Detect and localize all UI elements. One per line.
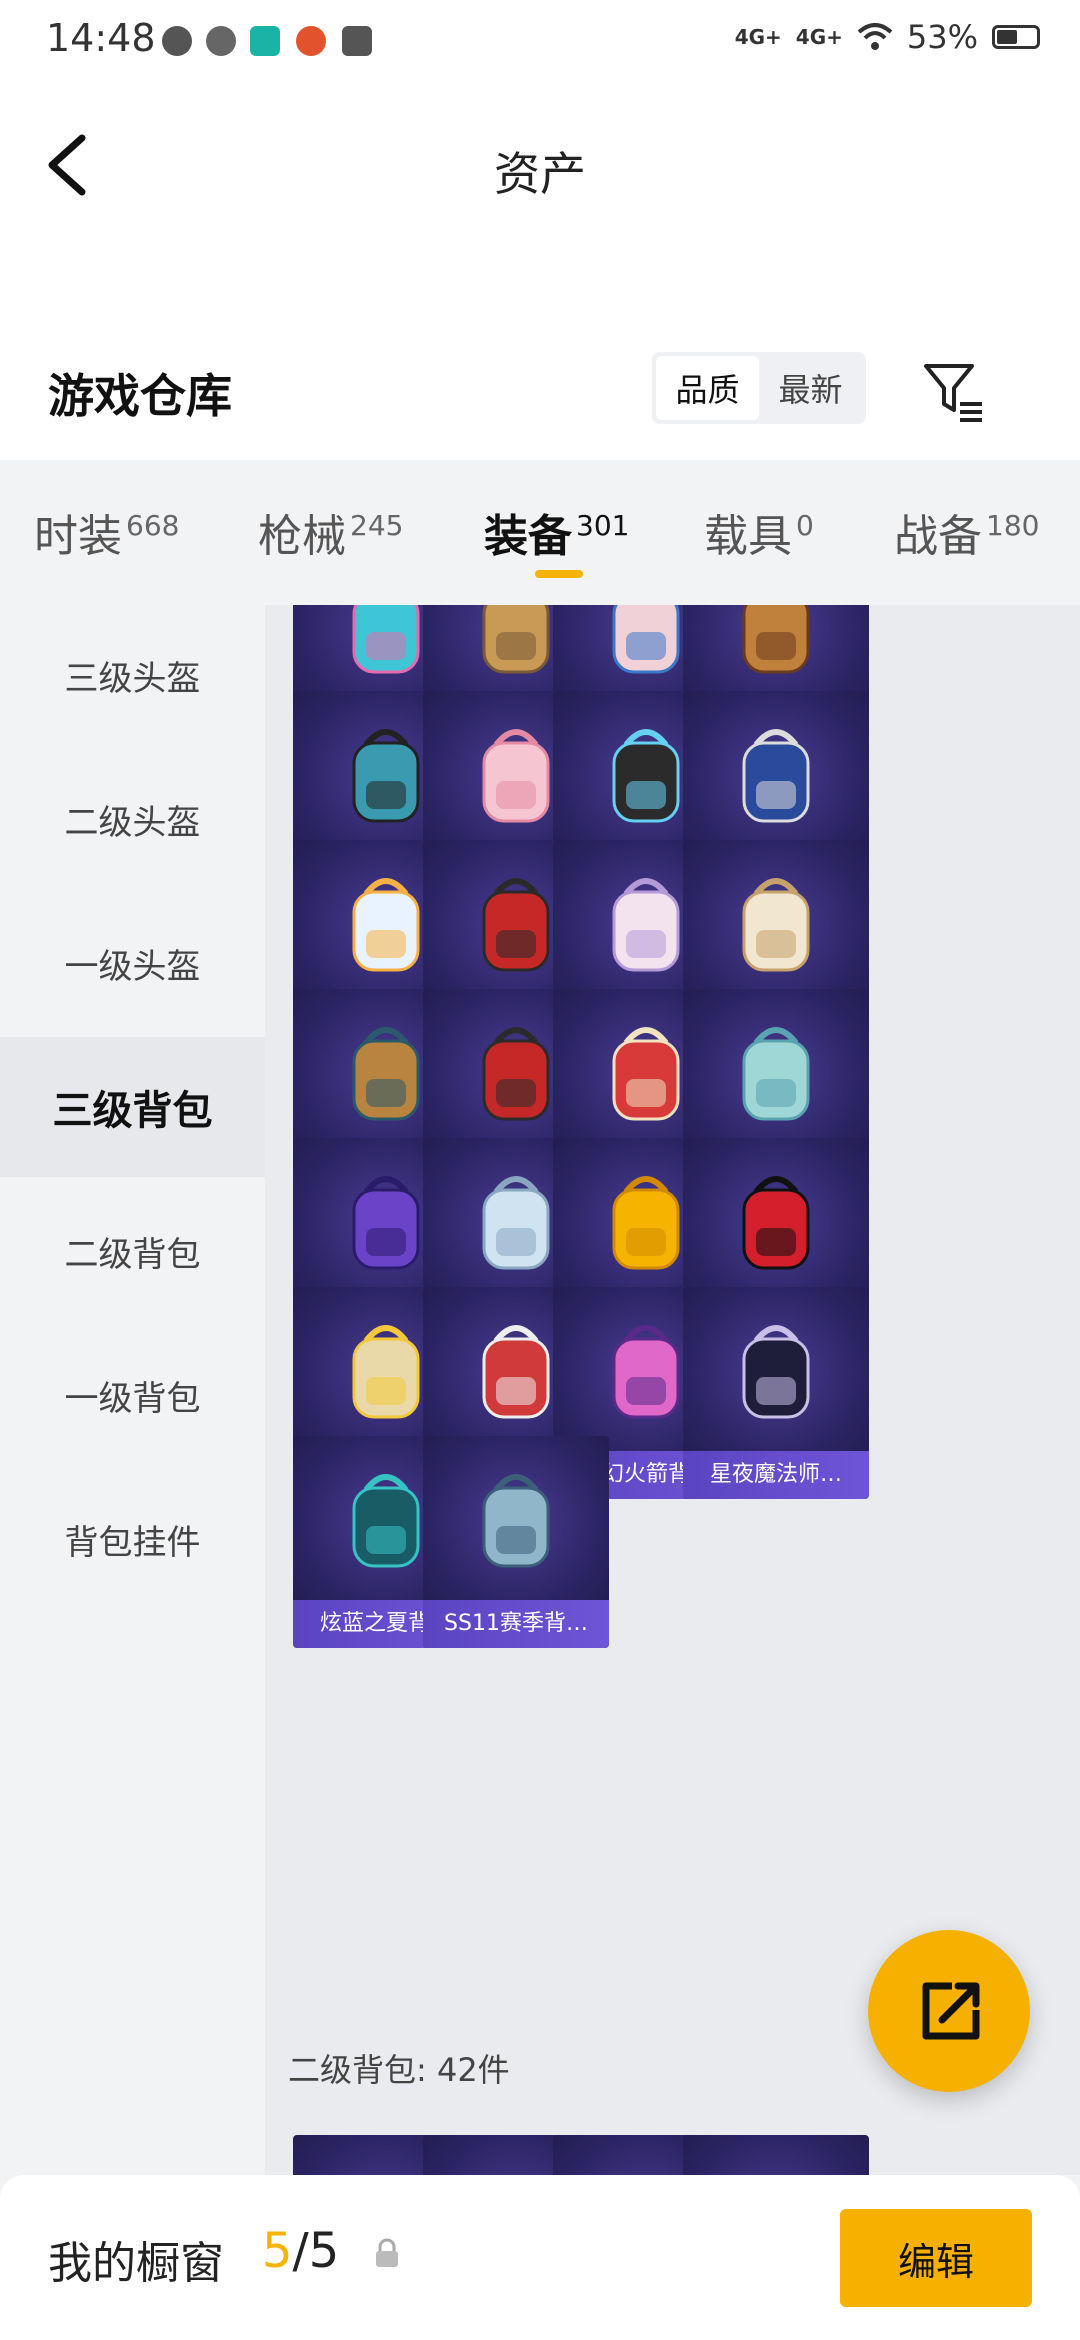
sidebar: 三级头盔 二级头盔 一级头盔 三级背包 二级背包 一级背包 背包挂件 — [0, 605, 265, 2175]
tab-label: 时装 — [34, 511, 122, 562]
backpack-item-card[interactable]: SS11赛季背… — [423, 1436, 609, 1648]
page-title: 资产 — [494, 147, 586, 201]
sidebar-item-helmet-lv2[interactable]: 二级头盔 — [0, 749, 265, 889]
sort-quality-button[interactable]: 品质 — [656, 356, 759, 420]
status-time: 14:48 — [46, 16, 156, 60]
backpack-icon — [482, 1474, 550, 1568]
showcase-count: 5/5 — [262, 2223, 339, 2279]
tab-count: 668 — [126, 509, 180, 543]
tab-count: 180 — [986, 509, 1040, 543]
app-notification-icon — [206, 26, 236, 56]
tab-label: 战备 — [894, 511, 982, 562]
signal-icon: 4G+ — [734, 25, 782, 49]
wechat-icon — [162, 26, 192, 56]
sidebar-item-backpack-lv2[interactable]: 二级背包 — [0, 1181, 265, 1321]
sidebar-item-helmet-lv3[interactable]: 三级头盔 — [0, 605, 265, 745]
battery-percent: 53% — [906, 18, 978, 56]
tab-count: 0 — [796, 509, 814, 543]
backpack-item-name: 星夜魔法师… — [683, 1451, 869, 1499]
tab-battle-prep[interactable]: 战备 180 — [894, 500, 1039, 564]
tab-count: 301 — [576, 509, 630, 543]
tab-count: 245 — [350, 509, 404, 543]
backpack-item-card[interactable]: 星夜魔法师… — [683, 1287, 869, 1499]
backpack-icon — [742, 1325, 810, 1419]
sidebar-item-backpack-charm[interactable]: 背包挂件 — [0, 1469, 265, 1609]
showcase-bar: 我的橱窗 5/5 编辑 — [0, 2175, 1080, 2340]
wifi-icon — [857, 23, 893, 50]
tab-label: 枪械 — [258, 511, 346, 562]
tab-fashion[interactable]: 时装 668 — [34, 500, 179, 564]
backpack-icon — [742, 1027, 810, 1121]
sidebar-item-helmet-lv1[interactable]: 一级头盔 — [0, 893, 265, 1033]
warehouse-title: 游戏仓库 — [48, 369, 232, 423]
tab-label: 载具 — [704, 511, 792, 562]
sidebar-item-backpack-lv1[interactable]: 一级背包 — [0, 1325, 265, 1465]
sidebar-item-backpack-lv3[interactable]: 三级背包 — [0, 1037, 265, 1177]
showcase-count-current: 5 — [262, 2223, 293, 2279]
active-tab-indicator — [535, 570, 583, 578]
backpack-item-card-partial[interactable] — [683, 2135, 869, 2175]
warehouse-bar: 游戏仓库 品质 最新 — [0, 330, 1080, 460]
edit-button[interactable]: 编辑 — [840, 2209, 1032, 2307]
status-bar: 14:48 4G+ 4G+ 53% — [0, 0, 1080, 80]
filter-icon[interactable] — [920, 358, 986, 424]
sort-newest-button[interactable]: 最新 — [759, 356, 862, 420]
signal-icon-2: 4G+ — [795, 25, 843, 49]
app-header: 资产 — [0, 80, 1080, 330]
shopping-app-icon — [342, 26, 372, 56]
tab-vehicles[interactable]: 载具 0 — [704, 500, 814, 564]
share-button[interactable] — [868, 1930, 1030, 2092]
showcase-count-separator: / — [292, 2223, 309, 2279]
backpack-icon — [742, 1176, 810, 1270]
tab-equipment[interactable]: 装备 301 — [484, 500, 629, 564]
boss-app-icon — [250, 26, 280, 56]
backpack-icon — [742, 605, 810, 674]
share-icon — [922, 1982, 980, 2040]
tab-weapons[interactable]: 枪械 245 — [258, 500, 403, 564]
showcase-count-total: 5 — [308, 2223, 340, 2279]
backpack-icon — [742, 878, 810, 972]
backpack-icon — [742, 729, 810, 823]
game-app-icon — [296, 26, 326, 56]
sort-toggle: 品质 最新 — [652, 352, 866, 424]
lock-icon — [376, 2238, 398, 2267]
backpack-item-name: SS11赛季背… — [423, 1600, 609, 1648]
showcase-label: 我的橱窗 — [48, 2238, 224, 2289]
tab-label: 装备 — [484, 511, 572, 562]
section-label-backpack-lv2: 二级背包: 42件 — [288, 2051, 510, 2089]
category-tabs: 时装 668 枪械 245 装备 301 载具 0 战备 180 — [0, 460, 1080, 605]
battery-icon — [992, 25, 1040, 49]
